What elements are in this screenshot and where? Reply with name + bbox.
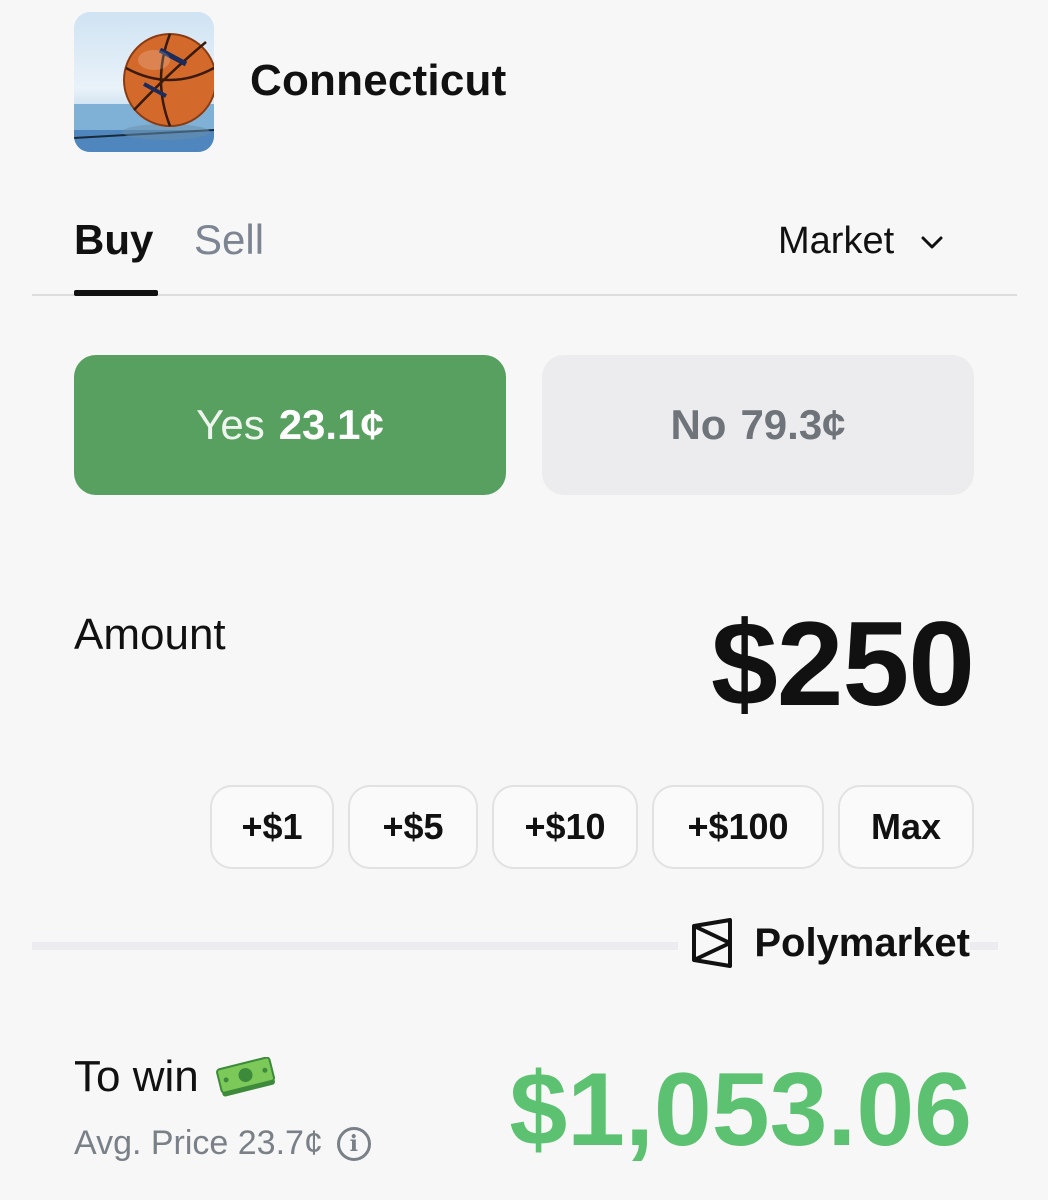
amount-input[interactable]: $250	[711, 598, 975, 730]
outcome-no-label: No	[670, 401, 727, 448]
polymarket-logo-icon	[692, 918, 733, 968]
quick-add-100-button[interactable]: +$100	[652, 785, 824, 869]
tab-sell[interactable]: Sell	[194, 216, 264, 264]
active-tab-indicator	[74, 290, 158, 296]
outcome-yes-label: Yes	[196, 401, 265, 448]
order-type-dropdown[interactable]: Market	[778, 220, 946, 263]
quick-add-10-button[interactable]: +$10	[492, 785, 638, 869]
avg-price-row: Avg. Price 23.7¢ i	[74, 1124, 371, 1163]
tabs-divider	[32, 294, 1017, 296]
money-bill-icon	[215, 1057, 275, 1097]
polymarket-brand: Polymarket	[678, 918, 970, 968]
basketball-icon	[74, 33, 214, 152]
max-button[interactable]: Max	[838, 785, 974, 869]
outcome-no-price: 79.3¢	[740, 401, 846, 448]
to-win-amount: $1,053.06	[509, 1052, 972, 1168]
quick-add-5-button[interactable]: +$5	[348, 785, 478, 869]
to-win-label: To win	[74, 1052, 199, 1101]
polymarket-wordmark: Polymarket	[754, 920, 970, 965]
to-win-label-row: To win	[74, 1052, 277, 1102]
chevron-down-icon	[921, 236, 943, 248]
info-icon[interactable]: i	[336, 1126, 371, 1161]
avg-price-text: Avg. Price 23.7¢	[74, 1124, 323, 1162]
market-title: Connecticut	[250, 56, 507, 105]
outcome-no-button[interactable]: No 79.3¢	[542, 355, 974, 495]
market-thumbnail	[74, 12, 214, 152]
tab-buy[interactable]: Buy	[74, 216, 153, 264]
outcome-yes-button[interactable]: Yes 23.1¢	[74, 355, 506, 495]
order-type-label: Market	[778, 220, 895, 262]
outcome-yes-price: 23.1¢	[278, 401, 384, 448]
amount-label: Amount	[74, 610, 226, 659]
quick-add-row: +$1 +$5 +$10 +$100 Max	[210, 785, 974, 869]
quick-add-1-button[interactable]: +$1	[210, 785, 334, 869]
